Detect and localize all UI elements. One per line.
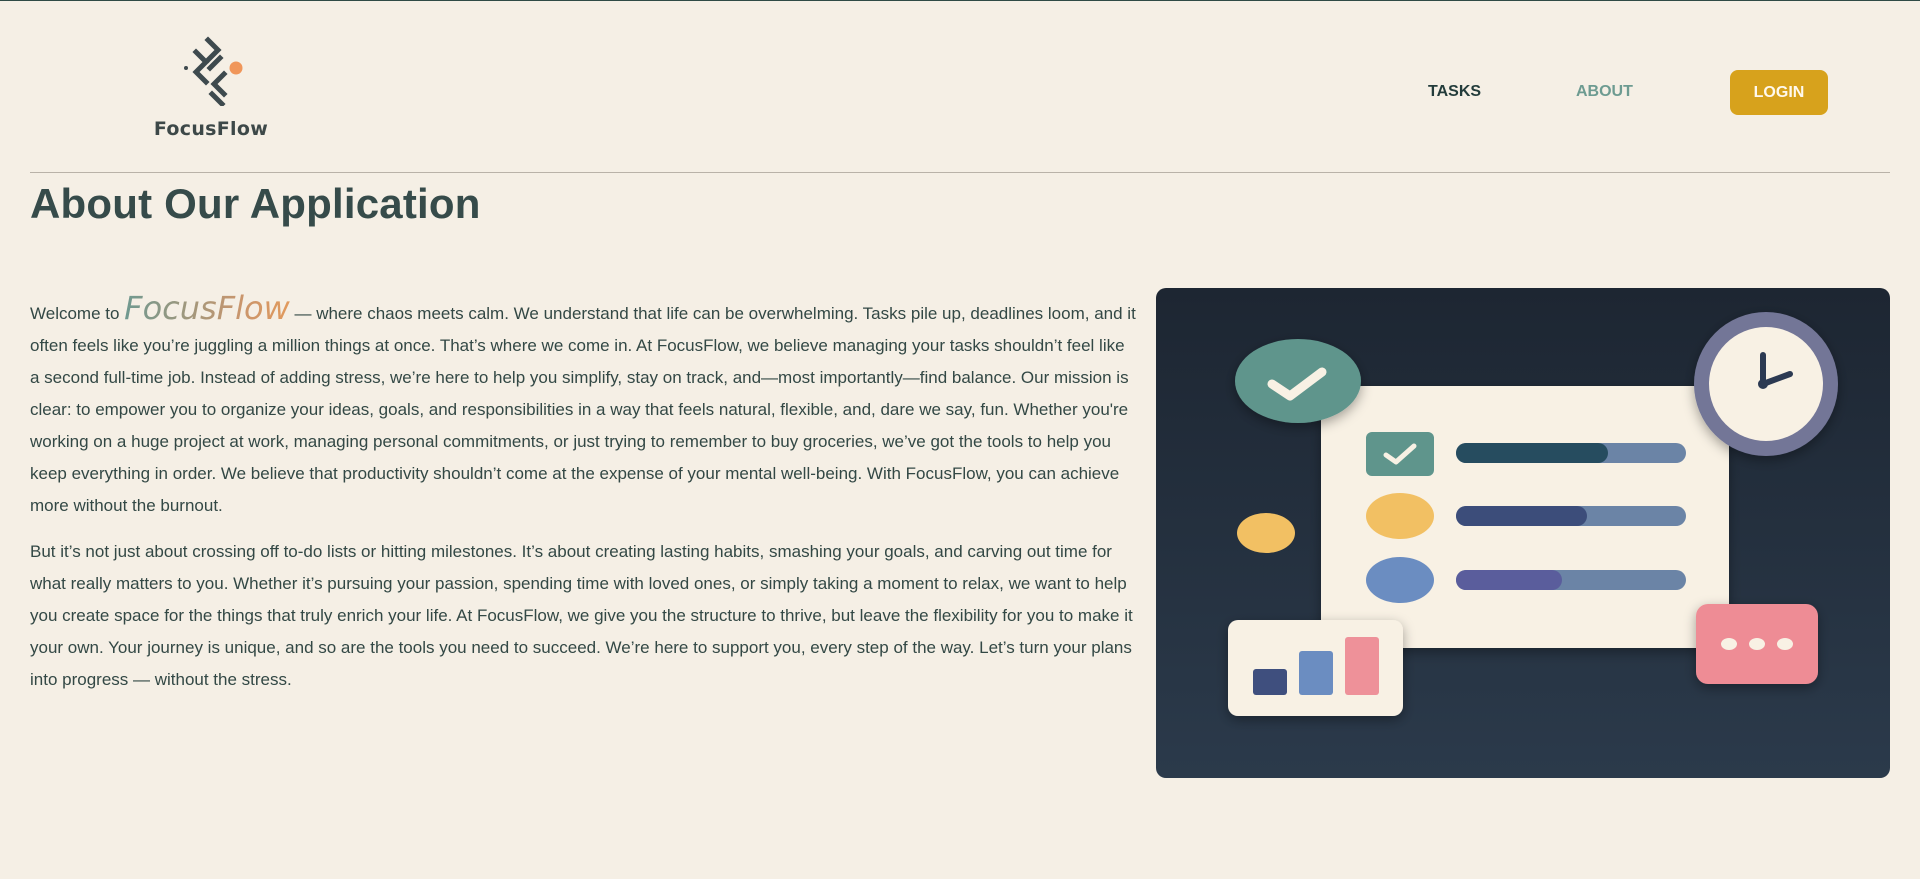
app-illustration [1156, 288, 1890, 778]
illustration-art [1228, 312, 1838, 716]
mini-bar-2 [1299, 651, 1333, 695]
task-dot-yellow [1366, 493, 1434, 539]
progress-fill-1 [1456, 443, 1608, 463]
task-checkbox-icon [1366, 432, 1434, 476]
nav-tasks-link[interactable]: TASKS [1428, 83, 1481, 101]
mini-bar-1 [1253, 669, 1287, 695]
brand-name: FocusFlow [153, 118, 269, 140]
check-badge-icon [1235, 339, 1361, 423]
focusflow-logo-icon [184, 36, 243, 106]
page-title: About Our Application [30, 180, 481, 227]
about-paragraph-1-text: — where chaos meets calm. We understand … [30, 304, 1136, 515]
mini-bar-3 [1345, 637, 1379, 695]
about-paragraph-1: Welcome to FocusFlow — where chaos meets… [30, 292, 1136, 522]
brand-logo[interactable]: FocusFlow [122, 34, 300, 142]
nav-about-link[interactable]: ABOUT [1576, 83, 1633, 101]
login-button[interactable]: LOGIN [1730, 70, 1828, 115]
site-header: FocusFlow TASKS ABOUT LOGIN [30, 0, 1890, 173]
about-text: Welcome to FocusFlow — where chaos meets… [30, 292, 1136, 710]
welcome-prefix: Welcome to [30, 304, 125, 323]
floating-dot [1237, 513, 1295, 553]
about-paragraph-2: But it’s not just about crossing off to-… [30, 542, 1133, 689]
progress-fill-3 [1456, 570, 1562, 590]
brand-inline-name: FocusFlow [124, 289, 290, 327]
task-dot-blue [1366, 557, 1434, 603]
progress-fill-2 [1456, 506, 1587, 526]
